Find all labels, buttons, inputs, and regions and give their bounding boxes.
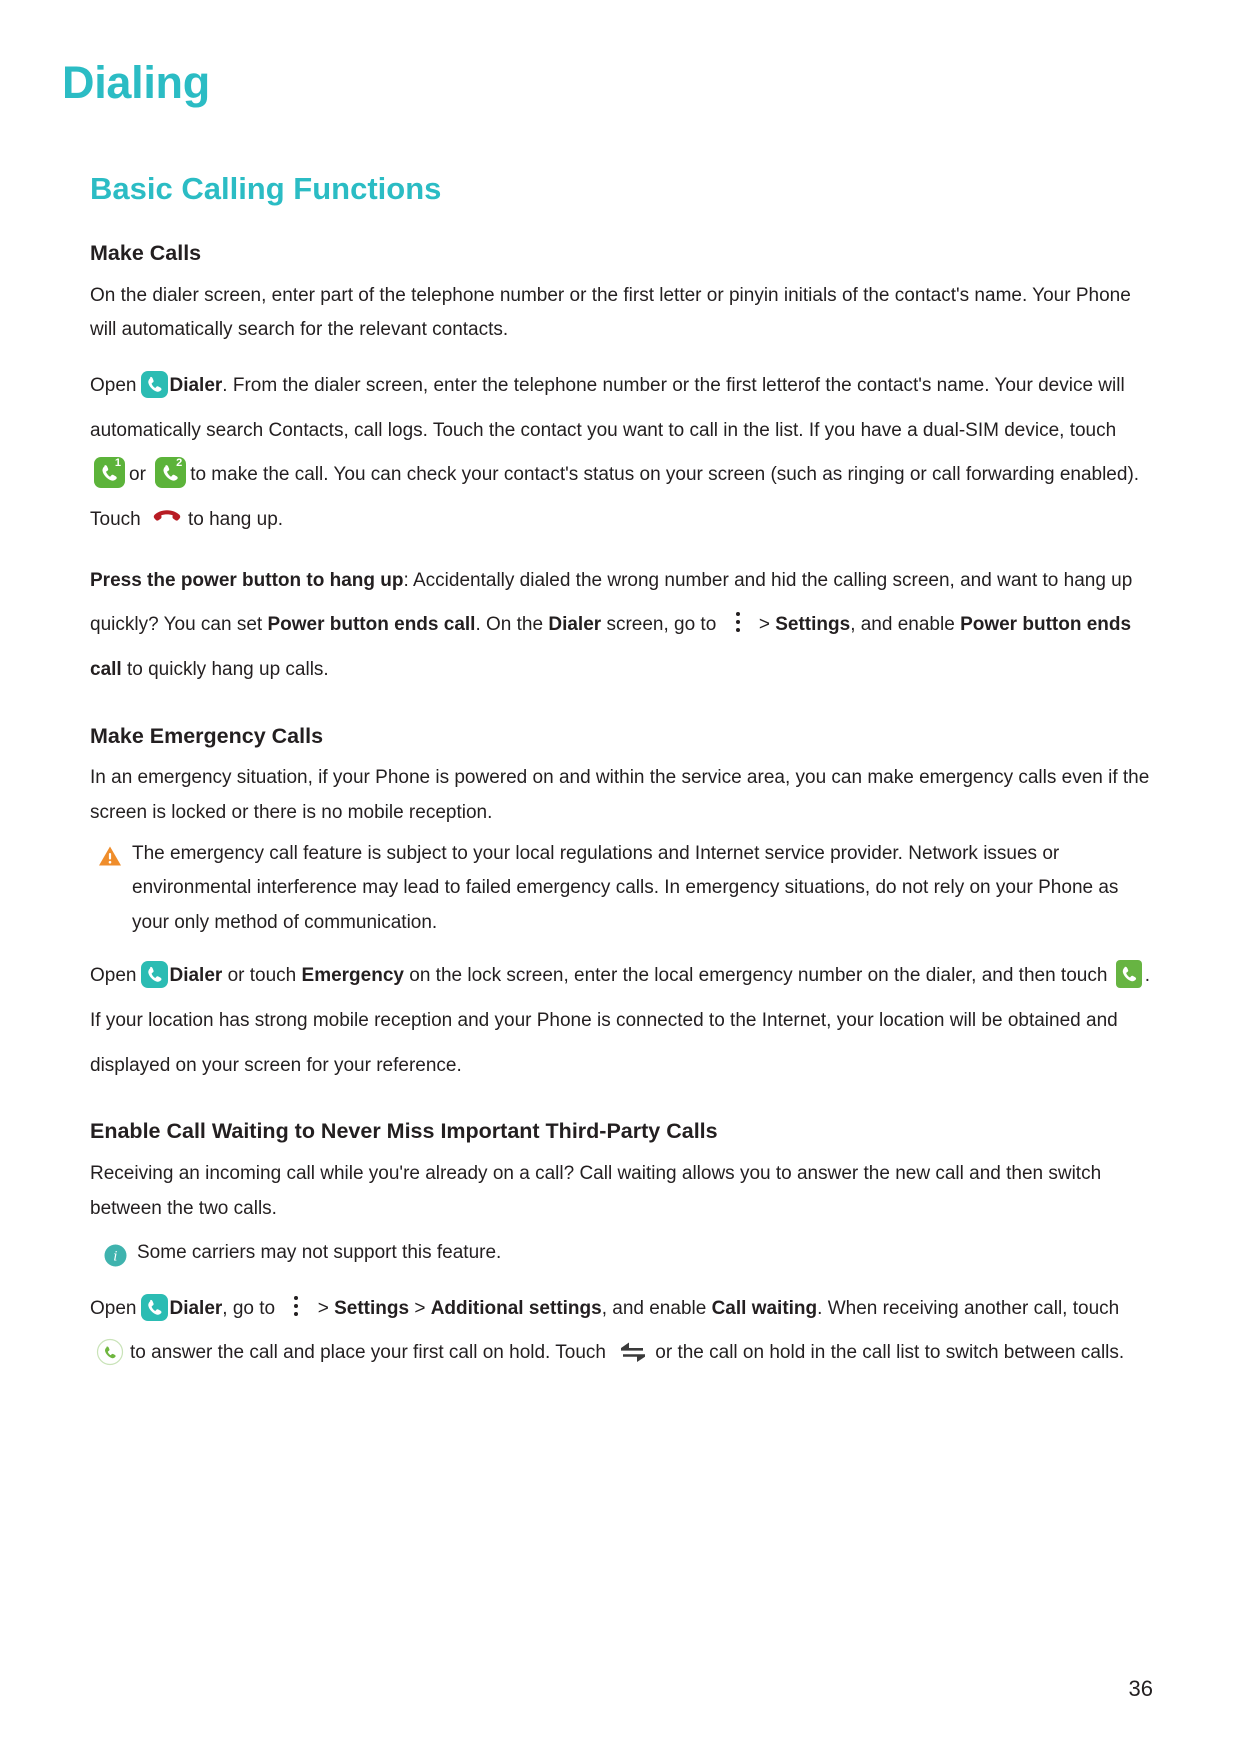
green-call-icon — [1115, 960, 1142, 989]
text-gt-2: > — [317, 1297, 329, 1319]
paragraph-call-waiting-intro: Receiving an incoming call while you're … — [90, 1163, 1102, 1219]
paragraph-call-waiting-steps: Open Dialer, go to > Settings > Additiona… — [90, 1287, 1153, 1376]
bold-power-ends-call: Power button ends call — [267, 614, 476, 636]
bold-call-waiting: Call waiting — [711, 1297, 818, 1319]
text-open: Open — [90, 375, 137, 397]
text-emergency-b: on the lock screen, enter the local emer… — [409, 965, 1108, 987]
page-content: Make Calls On the dialer screen, enter p… — [90, 240, 1153, 1392]
paragraph-make-calls-intro: On the dialer screen, enter part of the … — [90, 284, 1131, 341]
dialer-app-icon — [141, 1293, 169, 1321]
heading-emergency-calls: Make Emergency Calls — [90, 723, 324, 748]
dialer-app-icon — [141, 371, 169, 399]
text-enable: , and enable — [601, 1297, 707, 1319]
sim2-call-icon: 2 — [155, 457, 187, 489]
text-gt-3: > — [414, 1297, 426, 1319]
note-emergency-text: The emergency call feature is subject to… — [132, 842, 1119, 933]
text-hangup: to hang up. — [187, 508, 284, 530]
heading-call-waiting: Enable Call Waiting to Never Miss Import… — [90, 1119, 718, 1144]
paragraph-emergency-intro: In an emergency situation, if your Phone… — [90, 767, 1150, 823]
bold-emergency: Emergency — [301, 965, 404, 987]
warning-icon — [98, 845, 122, 867]
text-when-receiving: . When receiving another call, touch — [817, 1297, 1120, 1319]
hangup-icon — [152, 502, 182, 524]
sim1-call-icon: 1 — [94, 457, 125, 489]
text-gt-1: > — [758, 614, 770, 636]
text-or-2: or — [655, 1342, 673, 1364]
sim1-badge: 1 — [114, 457, 121, 470]
paragraph-power-button: Press the power button to hang up: Accid… — [90, 559, 1153, 693]
swap-calls-icon — [618, 1336, 648, 1363]
text-touch-swap: to answer the call and place your first … — [130, 1342, 606, 1364]
paragraph-open-dialer: Open Dialer. From the dialer screen, ente… — [90, 364, 1153, 543]
overflow-menu-icon — [287, 1292, 305, 1318]
section-title: Basic Calling Functions — [90, 171, 442, 206]
text-open-2: Open — [90, 965, 137, 987]
chapter-title: Dialing — [62, 57, 210, 108]
info-icon: i — [104, 1244, 127, 1267]
text-power-c: screen, go to — [606, 614, 717, 636]
heading-make-calls: Make Calls — [90, 241, 202, 265]
overflow-menu-icon — [729, 608, 747, 634]
text-emergency-a: or touch — [227, 965, 297, 987]
answer-call-icon — [96, 1338, 124, 1366]
bold-dialer-2: Dialer — [548, 614, 602, 636]
bold-press-power: Press the power button to hang up — [90, 569, 404, 591]
text-power-d: , and enable — [850, 614, 955, 636]
paragraph-emergency-open: Open Dialer or touch Emergency on the loc… — [90, 954, 1153, 1088]
bold-dialer-3: Dialer — [169, 965, 223, 987]
text-switch-calls: the call on hold in the call list to swi… — [677, 1342, 1125, 1364]
text-or-1: or — [129, 464, 146, 486]
note-call-waiting-info: i Some carriers may not support this fea… — [104, 1236, 1153, 1271]
text-dialer-instructions: . From the dialer screen, enter the tele… — [90, 375, 1125, 441]
text-open-3: Open — [90, 1297, 137, 1319]
note-emergency-warning: The emergency call feature is subject to… — [98, 837, 1153, 941]
document-page: Dialing Basic Calling Functions Make Cal… — [0, 0, 1241, 1754]
svg-text:i: i — [113, 1250, 117, 1265]
text-power-e: to quickly hang up calls. — [126, 658, 329, 680]
page-number: 36 — [1128, 1676, 1153, 1701]
dialer-app-icon — [141, 961, 169, 989]
text-power-b: . On the — [475, 614, 544, 636]
bold-settings-2: Settings — [334, 1297, 410, 1319]
text-goto: , go to — [222, 1297, 276, 1319]
bold-dialer: Dialer — [169, 375, 223, 397]
bold-settings-1: Settings — [775, 614, 851, 636]
sim2-badge: 2 — [176, 457, 183, 470]
bold-dialer-4: Dialer — [169, 1297, 223, 1319]
bold-additional-settings: Additional settings — [430, 1297, 602, 1319]
note-call-waiting-text: Some carriers may not support this featu… — [137, 1242, 502, 1264]
